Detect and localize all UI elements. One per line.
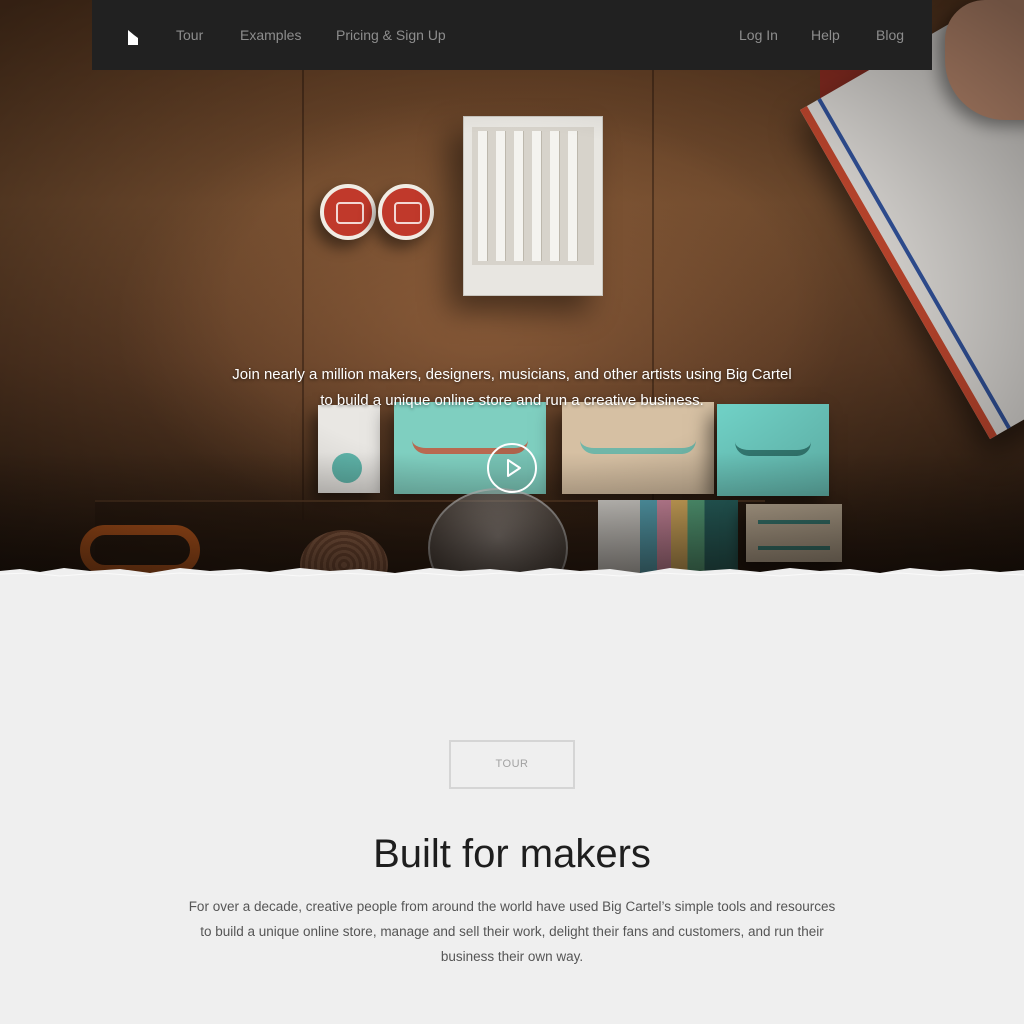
badge-decoration [378,184,434,240]
section-description: For over a decade, creative people from … [188,899,836,964]
badge-decoration [320,184,376,240]
play-video-button[interactable] [487,443,537,493]
nav-link-blog[interactable]: Blog [876,26,904,44]
hero-tagline-line: Join nearly a million makers, designers,… [232,366,792,383]
card-box-decoration [463,116,603,296]
nav-link-tour[interactable]: Tour [176,26,203,44]
torn-edge-divider [0,568,1024,582]
hero-background-photo [0,0,1024,582]
section-headline: Built for makers [373,832,651,876]
big-cartel-logo[interactable] [128,30,138,45]
nav-link-help[interactable]: Help [811,26,840,44]
nav-link-pricing-sign-up[interactable]: Pricing & Sign Up [336,26,446,44]
hero-tagline-line: to build a unique online store and run a… [320,392,704,409]
hero-tagline: Join nearly a million makers, designers,… [180,362,844,414]
play-icon [507,459,521,477]
nav-link-examples[interactable]: Examples [240,26,301,44]
nav-link-log-in[interactable]: Log In [739,26,778,44]
table-seam [302,0,304,520]
top-navigation: Tour Examples Pricing & Sign Up Log In H… [92,0,932,70]
tour-button[interactable]: Tour [449,740,575,789]
